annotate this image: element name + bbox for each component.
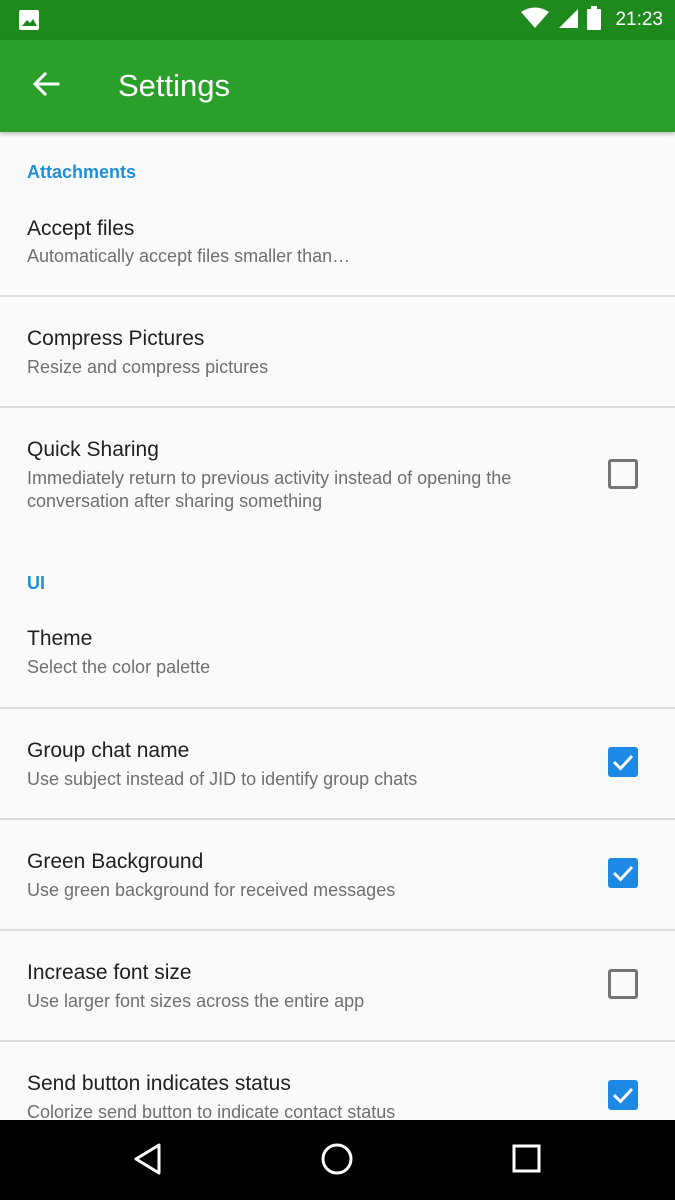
pref-title: Send button indicates status [27,1072,291,1095]
green-background-checkbox[interactable] [608,858,638,888]
pref-summary: Use green background for received messag… [27,880,396,900]
app-bar: Settings [0,40,675,132]
status-bar: 21:23 [0,0,675,40]
pref-summary: Resize and compress pictures [27,357,269,377]
pref-title: Increase font size [27,961,192,984]
pref-title: Green Background [27,850,204,873]
wifi-icon [521,7,550,34]
pref-quick-sharing[interactable]: Quick Sharing Immediately return to prev… [0,408,675,538]
pref-send-button-status[interactable]: Send button indicates status Colorize se… [0,1042,675,1120]
navigation-bar [0,1120,675,1200]
send-button-status-checkbox[interactable] [608,1080,638,1110]
battery-icon [587,5,602,35]
pref-summary: Automatically accept files smaller than… [27,246,351,266]
image-notification-icon [18,9,40,31]
pref-increase-font-size[interactable]: Increase font size Use larger font sizes… [0,931,675,1041]
status-icons: 21:23 [521,0,663,40]
pref-summary: Select the color palette [27,657,211,677]
settings-list: Attachments Accept files Automatically a… [0,132,675,1120]
nav-recents-button[interactable] [502,1136,552,1186]
home-circle-icon [320,1142,354,1181]
pref-title: Theme [27,627,93,650]
quick-sharing-checkbox[interactable] [608,459,638,489]
recents-square-icon [512,1144,542,1179]
pref-green-background[interactable]: Green Background Use green background fo… [0,820,675,930]
section-header-ui: UI [27,573,45,593]
back-triangle-icon [131,1142,165,1181]
page-title: Settings [118,68,231,103]
nav-back-button[interactable] [123,1136,173,1186]
arrow-back-icon [32,70,60,103]
group-chat-name-checkbox[interactable] [608,747,638,777]
pref-title: Group chat name [27,739,190,762]
pref-summary: Colorize send button to indicate contact… [27,1102,396,1120]
status-time: 21:23 [615,9,663,30]
pref-summary: Use subject instead of JID to identify g… [27,769,418,789]
pref-accept-files[interactable]: Accept files Automatically accept files … [0,202,675,296]
nav-home-button[interactable] [312,1136,362,1186]
back-button[interactable] [22,62,70,110]
pref-summary: Use larger font sizes across the entire … [27,991,365,1011]
pref-theme[interactable]: Theme Select the color palette [0,612,675,707]
pref-group-chat-name[interactable]: Group chat name Use subject instead of J… [0,709,675,819]
increase-font-size-checkbox[interactable] [608,969,638,999]
cellular-signal-icon [557,7,579,34]
section-header-attachments: Attachments [27,162,137,182]
pref-title: Accept files [27,217,135,240]
pref-title: Compress Pictures [27,327,205,350]
pref-summary: Immediately return to previous activity … [27,468,512,511]
pref-compress-pictures[interactable]: Compress Pictures Resize and compress pi… [0,297,675,407]
pref-title: Quick Sharing [27,438,159,461]
